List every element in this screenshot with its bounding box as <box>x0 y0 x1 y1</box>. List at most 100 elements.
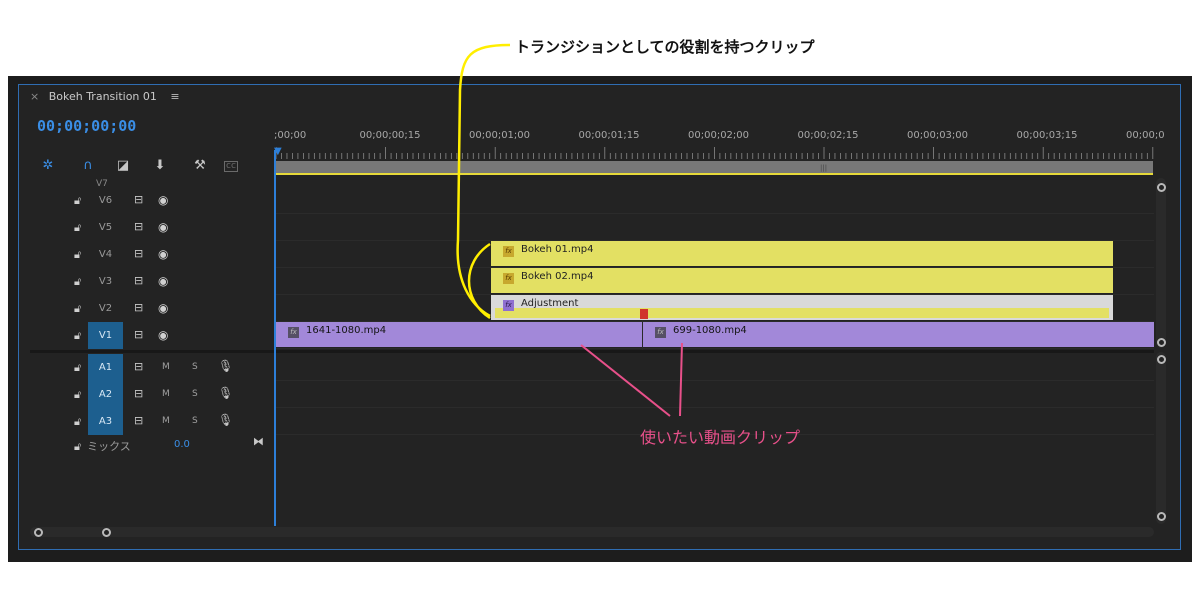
magnet-icon[interactable]: ∩ <box>80 158 96 173</box>
stage: トランジションとしての役割を持つクリップ × Bokeh Transition … <box>0 0 1200 600</box>
track-name[interactable]: A2 <box>88 381 123 408</box>
scroll-handle-icon[interactable] <box>1157 355 1166 364</box>
lock-icon[interactable]: 🔓︎ <box>74 415 81 429</box>
playhead-timecode[interactable]: 00;00;00;00 <box>37 117 136 135</box>
ruler-label: 00;00;03;15 <box>1016 130 1078 141</box>
sequence-tab[interactable]: × Bokeh Transition 01 ≡ <box>30 90 180 103</box>
fx-badge-icon: fx <box>503 246 514 257</box>
video-vertical-scrollbar[interactable] <box>1156 178 1166 348</box>
lock-icon[interactable]: 🔓︎ <box>74 388 81 402</box>
sync-lock-icon[interactable]: ⊟ <box>134 360 143 373</box>
ruler-label: 00;00;0 <box>1126 130 1165 141</box>
mix-expand-icon[interactable]: ⧓ <box>253 435 264 448</box>
annotation-transition-clips: トランジションとしての役割を持つクリップ <box>515 38 815 56</box>
track-name[interactable]: V3 <box>88 268 123 295</box>
fx-badge-icon: fx <box>655 327 666 338</box>
zoom-handle-left-icon[interactable] <box>34 528 43 537</box>
ruler-label: 00;00;03;00 <box>907 130 969 141</box>
track-name[interactable]: A1 <box>88 354 123 381</box>
track-header: 🔓︎ V6 ⊟ ◉ <box>30 187 274 214</box>
lock-icon[interactable]: 🔓︎ <box>74 440 81 453</box>
captions-icon[interactable]: cc <box>224 161 238 172</box>
track-header: 🔓︎ V2 ⊟ ◉ <box>30 295 274 322</box>
mute-button[interactable]: M <box>162 416 170 426</box>
sync-lock-icon[interactable]: ⊟ <box>134 301 143 314</box>
sync-lock-icon[interactable]: ⊟ <box>134 328 143 341</box>
sync-lock-icon[interactable]: ⊟ <box>134 387 143 400</box>
clip-bokeh-01[interactable]: fx Bokeh 01.mp4 <box>491 241 1113 266</box>
track-name[interactable]: V5 <box>88 214 123 241</box>
lock-icon[interactable]: 🔓︎ <box>74 248 81 262</box>
track-name-v7: V7 <box>96 179 108 189</box>
eye-icon[interactable]: ◉ <box>158 328 168 342</box>
sync-lock-icon[interactable]: ⊟ <box>134 220 143 233</box>
playhead-handle-icon[interactable]: ▼ <box>274 146 282 157</box>
ruler-label: 00;00;02;15 <box>797 130 859 141</box>
edit-marker-icon[interactable] <box>640 309 648 319</box>
track-name[interactable]: V6 <box>88 187 123 214</box>
lock-icon[interactable]: 🔓︎ <box>74 194 81 208</box>
scroll-handle-icon[interactable] <box>1157 512 1166 521</box>
clip-label: Adjustment <box>521 298 579 309</box>
panel-menu-icon[interactable]: ≡ <box>170 90 179 103</box>
track-name[interactable]: A3 <box>88 408 123 435</box>
audio-vertical-scrollbar[interactable] <box>1156 352 1166 524</box>
track-header: 🔓︎ A3 ⊟ M S 🎙︎ <box>30 408 274 435</box>
horizontal-zoom-scrollbar[interactable] <box>30 527 1154 537</box>
solo-button[interactable]: S <box>192 389 198 399</box>
lock-icon[interactable]: 🔓︎ <box>74 329 81 343</box>
sync-lock-icon[interactable]: ⊟ <box>134 274 143 287</box>
track-header: 🔓︎ A1 ⊟ M S 🎙︎ <box>30 354 274 381</box>
microphone-icon[interactable]: 🎙︎ <box>218 413 233 427</box>
clip-bokeh-02[interactable]: fx Bokeh 02.mp4 <box>491 268 1113 293</box>
ruler-label: 00;00;02;00 <box>688 130 750 141</box>
sync-lock-icon[interactable]: ⊟ <box>134 247 143 260</box>
video-audio-divider[interactable] <box>30 350 1154 353</box>
mix-volume-value[interactable]: 0.0 <box>174 439 190 450</box>
ruler-label: 00;00;01;00 <box>469 130 531 141</box>
eye-icon[interactable]: ◉ <box>158 193 168 207</box>
lock-icon[interactable]: 🔓︎ <box>74 302 81 316</box>
clip-adjustment-layer[interactable]: fx Adjustment <box>491 295 1113 320</box>
lock-icon[interactable]: 🔓︎ <box>74 221 81 235</box>
eye-icon[interactable]: ◉ <box>158 301 168 315</box>
lock-icon[interactable]: 🔓︎ <box>74 361 81 375</box>
mute-button[interactable]: M <box>162 362 170 372</box>
linked-selection-icon[interactable]: ◪ <box>115 158 131 173</box>
marker-icon[interactable]: ⬇ <box>152 158 168 173</box>
sync-lock-icon[interactable]: ⊟ <box>134 414 143 427</box>
solo-button[interactable]: S <box>192 362 198 372</box>
mute-button[interactable]: M <box>162 389 170 399</box>
time-ruler-ticks[interactable] <box>276 147 1154 159</box>
mix-label: ミックス <box>87 440 131 453</box>
scroll-handle-icon[interactable] <box>1157 183 1166 192</box>
microphone-icon[interactable]: 🎙︎ <box>218 386 233 400</box>
clip-1641-1080[interactable]: fx 1641-1080.mp4 <box>276 322 642 347</box>
clip-label: Bokeh 01.mp4 <box>521 244 594 255</box>
track-header: 🔓︎ A2 ⊟ M S 🎙︎ <box>30 381 274 408</box>
mix-track-label: 🔓︎ ミックス <box>74 438 131 454</box>
scroll-handle-icon[interactable] <box>1157 338 1166 347</box>
zoom-handle-right-icon[interactable] <box>102 528 111 537</box>
work-area-grip-icon[interactable]: ||| <box>820 164 827 172</box>
track-name[interactable]: V2 <box>88 295 123 322</box>
eye-icon[interactable]: ◉ <box>158 274 168 288</box>
ruler-label: 00;00;00;15 <box>359 130 421 141</box>
clip-label: Bokeh 02.mp4 <box>521 271 594 282</box>
clip-699-1080[interactable]: fx 699-1080.mp4 <box>643 322 1154 347</box>
snap-icon[interactable]: ✲ <box>40 158 56 173</box>
time-ruler-labels: ;00;00 00;00;00;15 00;00;01;00 00;00;01;15 0… <box>274 130 1165 144</box>
solo-button[interactable]: S <box>192 416 198 426</box>
track-name[interactable]: V4 <box>88 241 123 268</box>
microphone-icon[interactable]: 🎙︎ <box>218 359 233 373</box>
eye-icon[interactable]: ◉ <box>158 220 168 234</box>
adjustment-fill <box>495 308 1109 318</box>
work-area-bar[interactable] <box>276 161 1153 175</box>
track-name[interactable]: V1 <box>88 322 123 349</box>
close-icon[interactable]: × <box>30 90 39 103</box>
eye-icon[interactable]: ◉ <box>158 247 168 261</box>
wrench-icon[interactable]: ⚒ <box>192 158 208 173</box>
playhead-line[interactable] <box>274 150 276 526</box>
sync-lock-icon[interactable]: ⊟ <box>134 193 143 206</box>
lock-icon[interactable]: 🔓︎ <box>74 275 81 289</box>
